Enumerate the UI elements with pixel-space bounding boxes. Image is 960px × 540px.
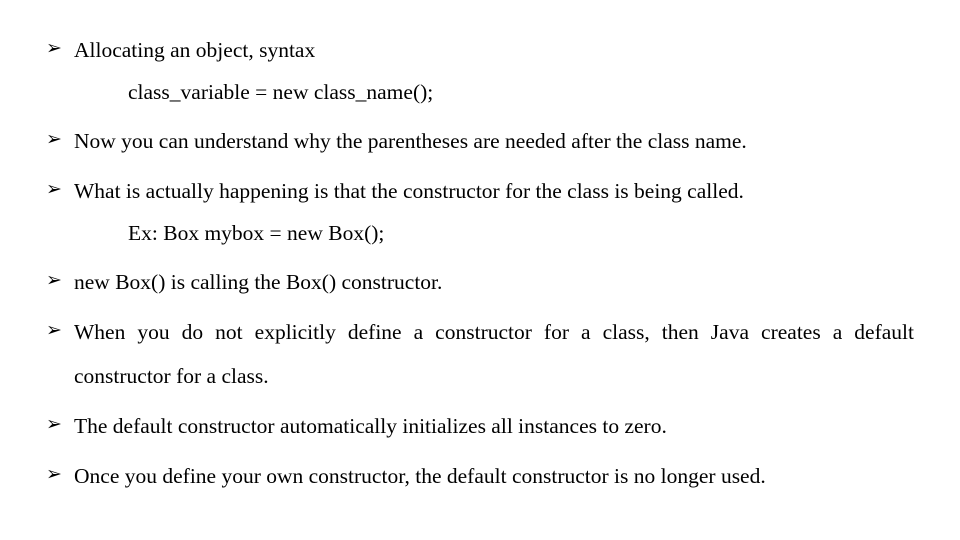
list-item-text: Allocating an object, syntax [74,38,315,62]
list-item-text: The default constructor automatically in… [74,414,667,438]
list-item-sub: Ex: Box mybox = new Box(); [128,213,914,254]
slide: Allocating an object, syntax class_varia… [0,0,960,540]
list-item: Now you can understand why the parenthes… [46,119,914,163]
list-item-text: Once you define your own constructor, th… [74,464,766,488]
list-item-text: When you do not explicitly define a cons… [74,320,914,388]
list-item-text: new Box() is calling the Box() construct… [74,270,442,294]
bullet-list: Allocating an object, syntax class_varia… [46,28,914,498]
list-item: Once you define your own constructor, th… [46,454,914,498]
list-item: What is actually happening is that the c… [46,169,914,254]
list-item: When you do not explicitly define a cons… [46,310,914,398]
list-item: new Box() is calling the Box() construct… [46,260,914,304]
list-item: Allocating an object, syntax class_varia… [46,28,914,113]
list-item-sub: class_variable = new class_name(); [128,72,914,113]
list-item-text: What is actually happening is that the c… [74,179,744,203]
list-item: The default constructor automatically in… [46,404,914,448]
list-item-text: Now you can understand why the parenthes… [74,129,747,153]
